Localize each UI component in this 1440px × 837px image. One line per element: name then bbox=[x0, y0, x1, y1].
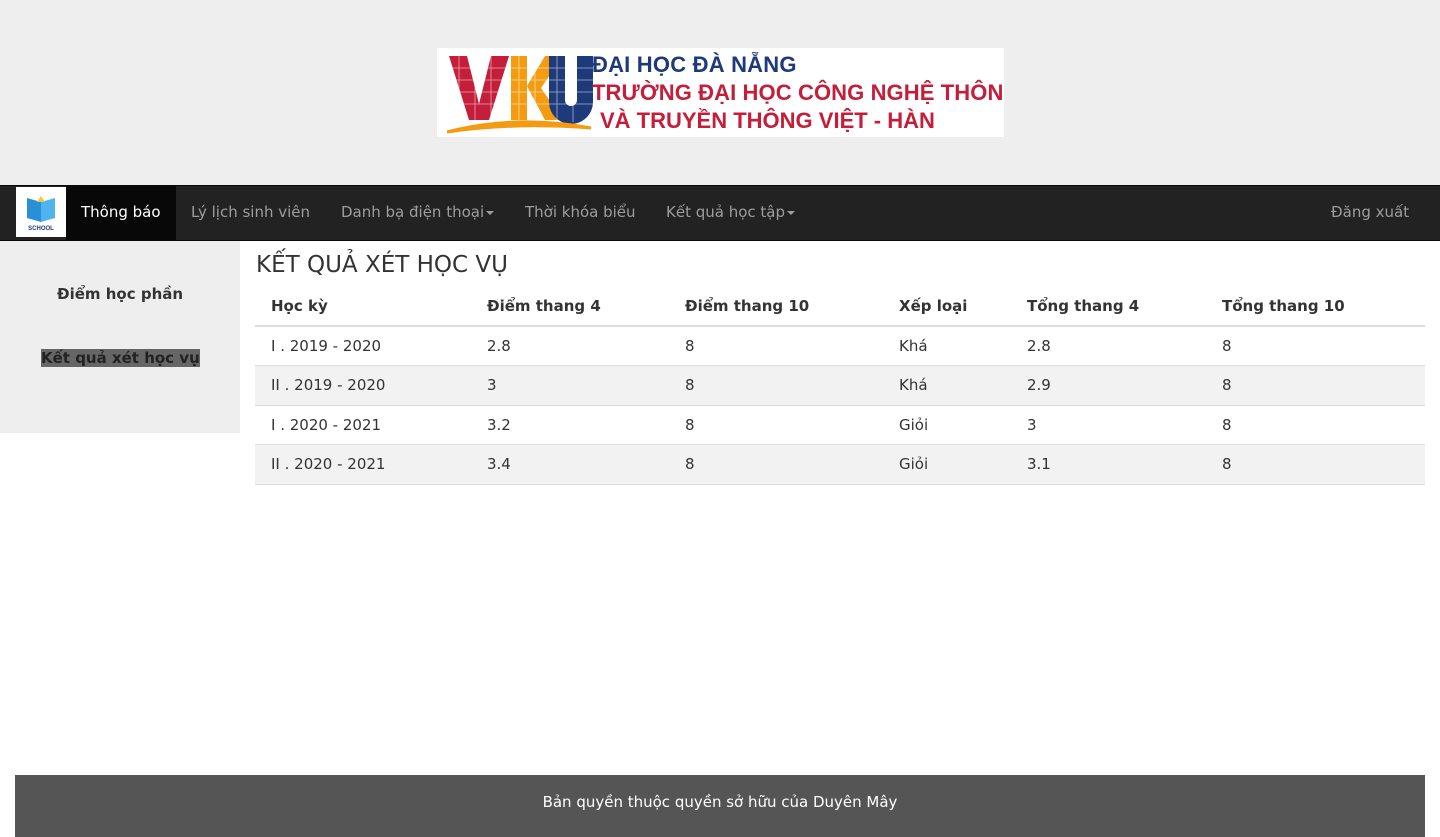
table-cell: 2.8 bbox=[471, 325, 669, 366]
vku-logo-icon bbox=[445, 52, 593, 134]
nav-thong-bao[interactable]: Thông báo bbox=[66, 186, 176, 240]
logo-line-2: TRƯỜNG ĐẠI HỌC CÔNG NGHỆ THÔNG TIN bbox=[592, 80, 1004, 105]
table-cell: 3 bbox=[471, 365, 669, 405]
table-cell: 3.2 bbox=[471, 404, 669, 445]
nav-ket-qua-hoc-tap[interactable]: Kết quả học tập bbox=[666, 186, 795, 240]
nav-ket-qua-label: Kết quả học tập bbox=[666, 203, 785, 221]
table-cell: II . 2019 - 2020 bbox=[255, 365, 471, 405]
table-row: I . 2020 - 2021 3.2 8 Giỏi 3 8 bbox=[255, 404, 1425, 445]
nav-danh-ba-dien-thoai[interactable]: Danh bạ điện thoại bbox=[341, 186, 495, 240]
table-cell: 8 bbox=[1206, 325, 1425, 366]
table-cell: II . 2020 - 2021 bbox=[255, 444, 471, 485]
sidebar-item-ket-qua-xet-hoc-vu[interactable]: Kết quả xét học vụ bbox=[41, 349, 200, 367]
caret-down-icon bbox=[486, 210, 495, 215]
table-cell: 8 bbox=[669, 404, 883, 445]
table-row: II . 2019 - 2020 3 8 Khá 2.9 8 bbox=[255, 365, 1425, 405]
caret-down-icon bbox=[787, 210, 795, 215]
table-cell: 8 bbox=[669, 365, 883, 405]
table-cell: 8 bbox=[1206, 404, 1425, 445]
table-cell: I . 2019 - 2020 bbox=[255, 325, 471, 366]
table-cell: I . 2020 - 2021 bbox=[255, 404, 471, 445]
column-header: Điểm thang 4 bbox=[471, 287, 669, 327]
logo-line-1: ĐẠI HỌC ĐÀ NẴNG bbox=[592, 52, 797, 77]
table-cell: 2.8 bbox=[1011, 325, 1206, 366]
sidebar-item-diem-hoc-phan[interactable]: Điểm học phần bbox=[57, 285, 183, 303]
logo-line-3: VÀ TRUYỀN THÔNG VIỆT - HÀN bbox=[600, 108, 935, 133]
table-cell: 8 bbox=[669, 325, 883, 366]
column-header: Xếp loại bbox=[883, 287, 1011, 327]
header-banner: ĐẠI HỌC ĐÀ NẴNG TRƯỜNG ĐẠI HỌC CÔNG NGHỆ… bbox=[0, 0, 1440, 185]
column-header: Tổng thang 10 bbox=[1206, 287, 1425, 327]
table-row: I . 2019 - 2020 2.8 8 Khá 2.8 8 bbox=[255, 325, 1425, 366]
table-cell: 3 bbox=[1011, 404, 1206, 445]
nav-ly-lich-sinh-vien[interactable]: Lý lịch sinh viên bbox=[191, 186, 310, 240]
table-cell: 8 bbox=[1206, 365, 1425, 405]
table-row: II . 2020 - 2021 3.4 8 Giỏi 3.1 8 bbox=[255, 444, 1425, 485]
column-header: Điểm thang 10 bbox=[669, 287, 883, 327]
table-cell: Khá bbox=[883, 365, 1011, 405]
table-cell: 2.9 bbox=[1011, 365, 1206, 405]
table-cell: 8 bbox=[669, 444, 883, 485]
nav-thoi-khoa-bieu[interactable]: Thời khóa biểu bbox=[525, 186, 636, 240]
footer: Bản quyền thuộc quyền sở hữu của Duyên M… bbox=[15, 775, 1425, 837]
table-cell: 3.1 bbox=[1011, 444, 1206, 485]
book-icon: SCHOOL bbox=[27, 196, 55, 232]
university-logo: ĐẠI HỌC ĐÀ NẴNG TRƯỜNG ĐẠI HỌC CÔNG NGHỆ… bbox=[437, 48, 1004, 137]
table-header-row: Học kỳ Điểm thang 4 Điểm thang 10 Xếp lo… bbox=[255, 287, 1425, 327]
column-header: Tổng thang 4 bbox=[1011, 287, 1206, 327]
school-logo-label: SCHOOL bbox=[28, 226, 54, 232]
nav-danh-ba-label: Danh bạ điện thoại bbox=[341, 203, 485, 221]
table-cell: 8 bbox=[1206, 444, 1425, 485]
results-table: Học kỳ Điểm thang 4 Điểm thang 10 Xếp lo… bbox=[255, 287, 1425, 485]
logout-link[interactable]: Đăng xuất bbox=[1331, 186, 1409, 240]
sidebar: Điểm học phần Kết quả xét học vụ bbox=[0, 241, 240, 433]
top-navbar: SCHOOL Thông báo Lý lịch sinh viên Danh … bbox=[0, 185, 1440, 241]
school-logo[interactable]: SCHOOL bbox=[16, 187, 66, 237]
table-cell: 3.4 bbox=[471, 444, 669, 485]
page-title: KẾT QUẢ XÉT HỌC VỤ bbox=[256, 252, 508, 278]
table-cell: Khá bbox=[883, 325, 1011, 366]
table-cell: Giỏi bbox=[883, 444, 1011, 485]
column-header: Học kỳ bbox=[255, 287, 471, 327]
table-cell: Giỏi bbox=[883, 404, 1011, 445]
